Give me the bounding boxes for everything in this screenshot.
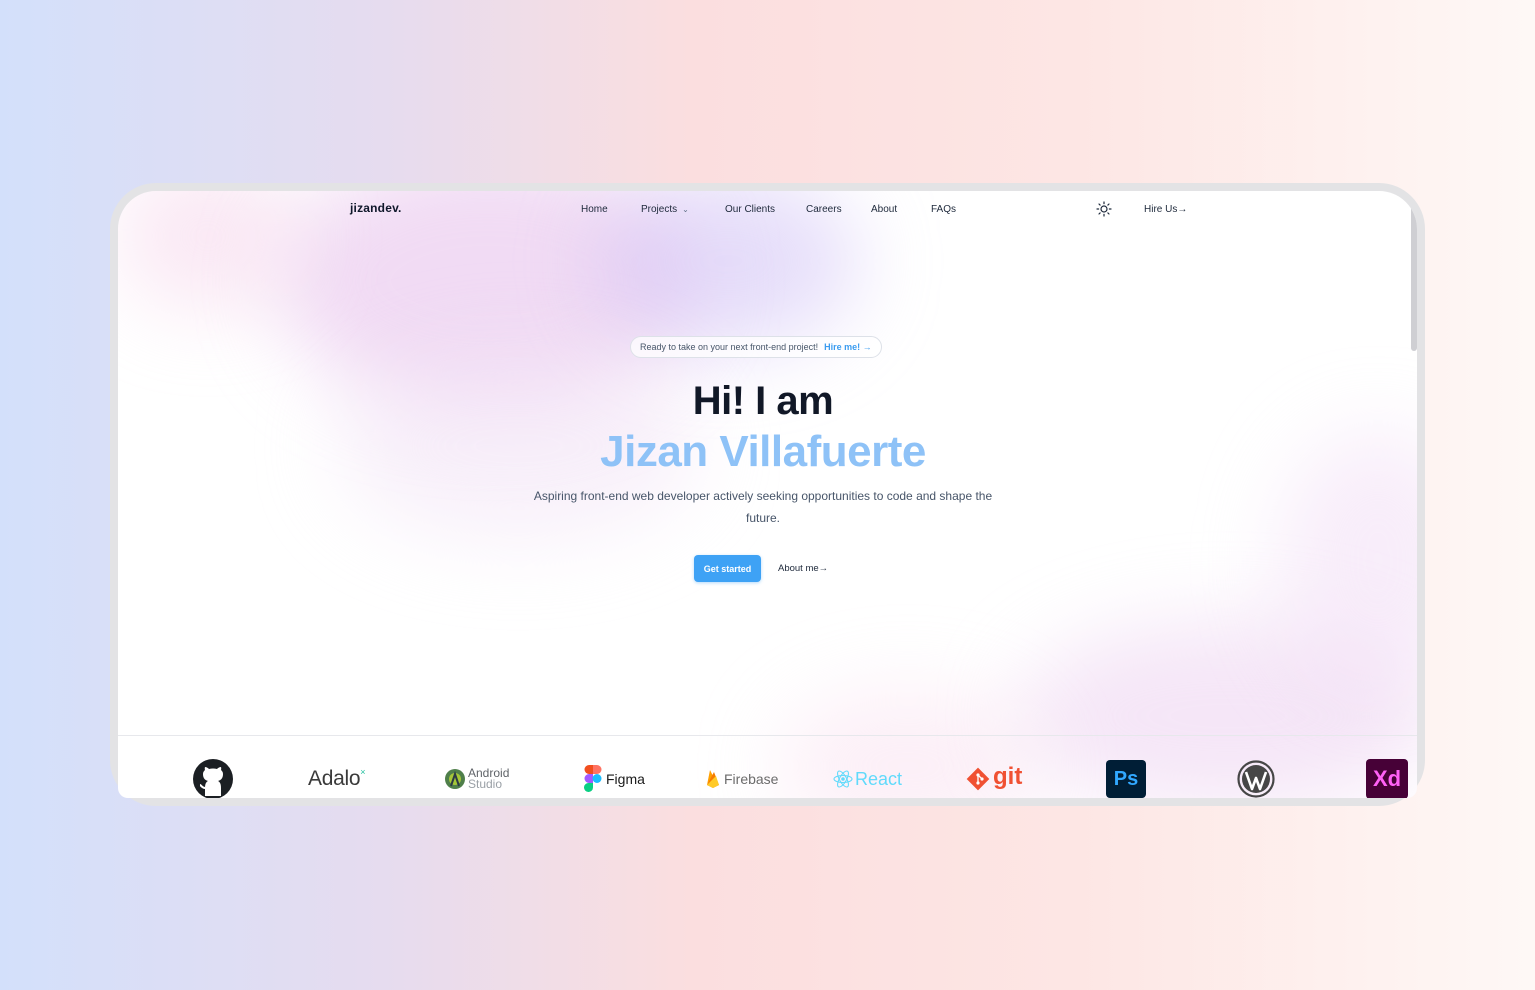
hero-subtitle: Aspiring front-end web developer activel… [533, 489, 993, 525]
android-studio-subtext: Studio [468, 777, 503, 791]
adobe-xd-logo-text: Xd [1372, 766, 1402, 791]
photoshop-icon: Ps [1106, 760, 1146, 798]
nav-item-home[interactable]: Home [581, 204, 608, 215]
nav-item-careers[interactable]: Careers [806, 204, 842, 215]
chevron-down-icon: ⌄ [682, 205, 689, 214]
announcement-pill: Ready to take on your next front-end pro… [630, 336, 882, 358]
figma-logo: Figma [584, 759, 645, 798]
adobe-xd-icon: Xd [1366, 759, 1408, 798]
nav-item-projects-label: Projects [641, 204, 678, 215]
announcement-text: Ready to take on your next front-end pro… [640, 342, 819, 352]
background-blob [1018, 621, 1417, 798]
nav-item-our-clients[interactable]: Our Clients [725, 204, 775, 215]
react-logo-text: React [855, 768, 903, 789]
nav-item-faqs[interactable]: FAQs [931, 204, 956, 215]
hero-name: Jizan Villafuerte [600, 427, 926, 476]
get-started-button[interactable]: Get started [694, 555, 761, 582]
section-divider [118, 735, 1417, 736]
git-logo-text: git [993, 763, 1023, 790]
adalo-logo-text: Adalo [308, 767, 361, 790]
site-logo[interactable]: jizandev. [350, 201, 402, 215]
figma-icon [584, 765, 602, 792]
photoshop-logo-text: Ps [1113, 767, 1139, 790]
about-me-link[interactable]: About me→ [778, 563, 828, 574]
git-logo: git [966, 759, 1022, 798]
wordpress-logo [1237, 759, 1275, 798]
figma-logo-text: Figma [606, 771, 645, 787]
nav-item-projects[interactable]: Projects ⌄ [641, 204, 689, 215]
top-nav: jizandev. Home Projects ⌄ Our Clients Car… [118, 191, 1417, 229]
hero-heading: Hi! I am [692, 379, 834, 423]
photoshop-logo: Ps [1106, 759, 1146, 798]
firebase-logo: Firebase [706, 759, 778, 798]
adalo-mark-icon: × [360, 767, 366, 777]
sun-icon[interactable] [1096, 201, 1112, 217]
android-studio-icon [445, 769, 465, 789]
firebase-logo-text: Firebase [724, 771, 779, 787]
github-logo [192, 759, 234, 798]
hire-me-link[interactable]: Hire me! → [824, 342, 872, 352]
adalo-logo: Adalo × [308, 759, 365, 798]
browser-frame: jizandev. Home Projects ⌄ Our Clients Car… [110, 183, 1425, 806]
git-icon [966, 767, 990, 791]
wordpress-icon [1237, 760, 1275, 798]
react-logo: React [833, 759, 902, 798]
page-viewport: jizandev. Home Projects ⌄ Our Clients Car… [118, 191, 1417, 798]
nav-item-about[interactable]: About [871, 204, 897, 215]
react-icon [833, 770, 853, 788]
hire-us-link[interactable]: Hire Us→ [1144, 204, 1187, 215]
adobe-xd-logo: Xd [1366, 759, 1408, 798]
firebase-icon [707, 770, 719, 788]
android-studio-logo: Android Studio [444, 759, 509, 798]
